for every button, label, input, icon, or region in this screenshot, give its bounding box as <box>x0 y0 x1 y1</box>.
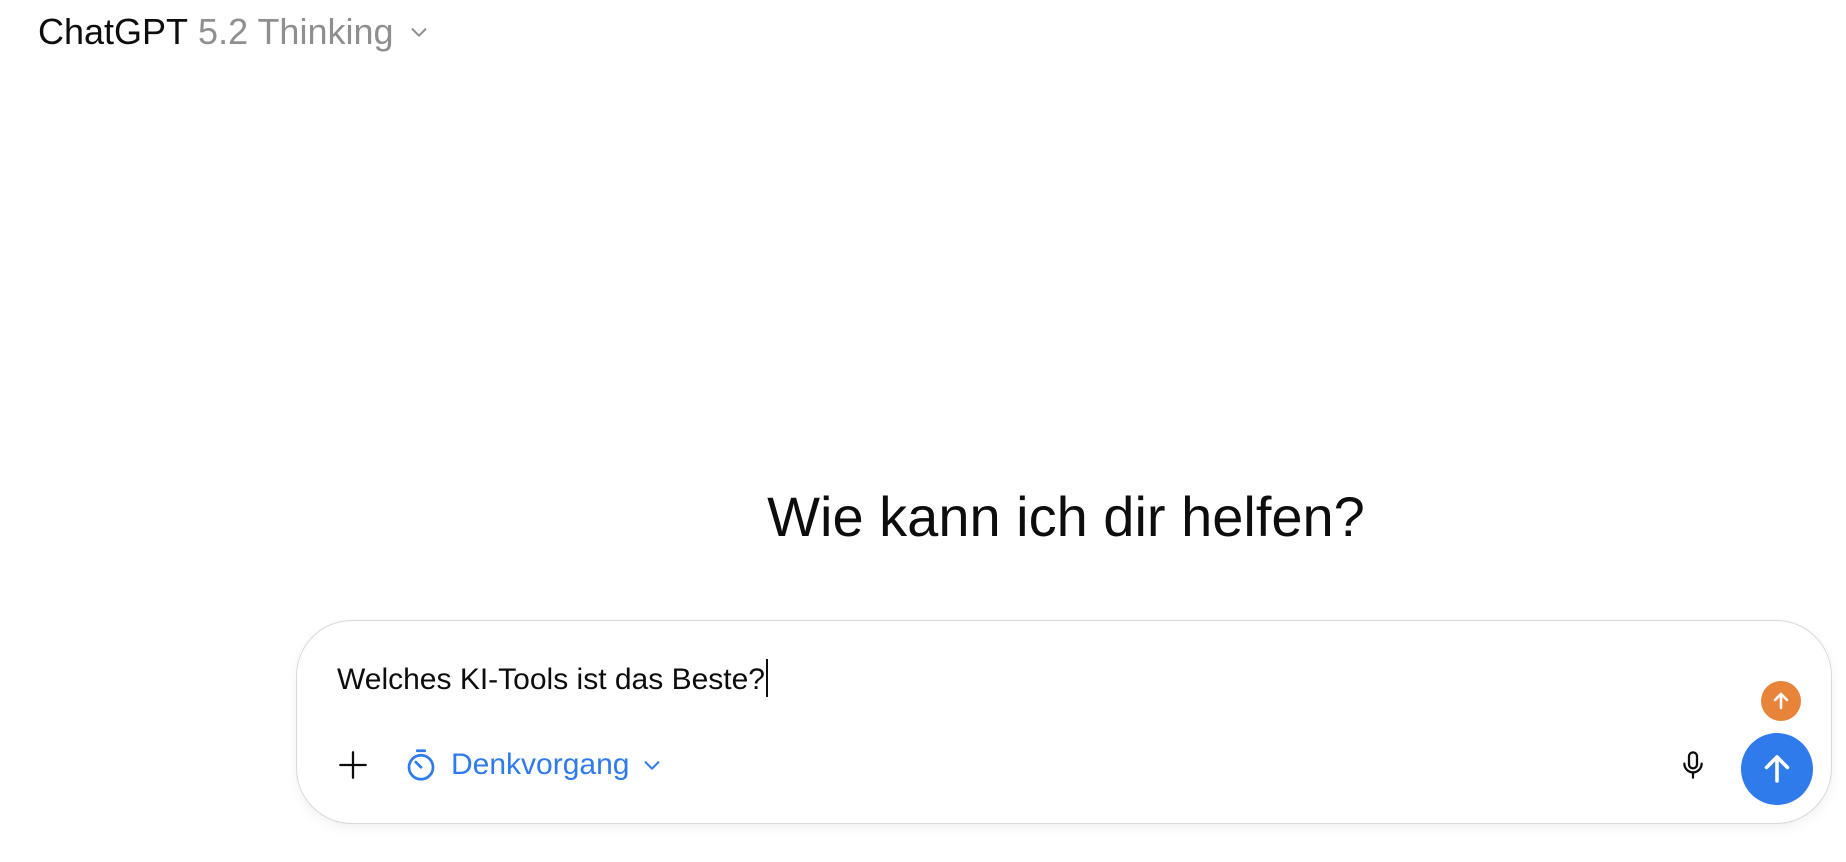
arrow-up-icon <box>1759 751 1795 787</box>
text-caret <box>765 659 768 697</box>
model-name: 5.2 Thinking <box>198 11 394 52</box>
microphone-icon <box>1677 749 1709 781</box>
brand-name: ChatGPT <box>38 11 189 52</box>
thinking-mode-label: Denkvorgang <box>451 748 630 781</box>
prompt-input[interactable]: Welches KI-Tools ist das Beste? <box>337 659 768 700</box>
arrow-up-icon <box>1769 689 1793 713</box>
chevron-down-icon <box>406 19 432 45</box>
upload-badge[interactable] <box>1761 681 1801 721</box>
add-button[interactable] <box>331 743 375 787</box>
send-button[interactable] <box>1741 733 1813 805</box>
model-switcher[interactable]: ChatGPT 5.2 Thinking <box>38 10 432 54</box>
composer: Welches KI-Tools ist das Beste? Denkvorg… <box>296 620 1832 824</box>
voice-input-button[interactable] <box>1671 743 1715 787</box>
plus-icon <box>336 748 370 782</box>
greeting-heading: Wie kann ich dir helfen? <box>767 485 1365 548</box>
chevron-down-icon <box>641 754 663 776</box>
stopwatch-icon <box>403 747 439 783</box>
prompt-input-value: Welches KI-Tools ist das Beste? <box>337 663 765 696</box>
thinking-mode-button[interactable]: Denkvorgang <box>403 743 663 787</box>
